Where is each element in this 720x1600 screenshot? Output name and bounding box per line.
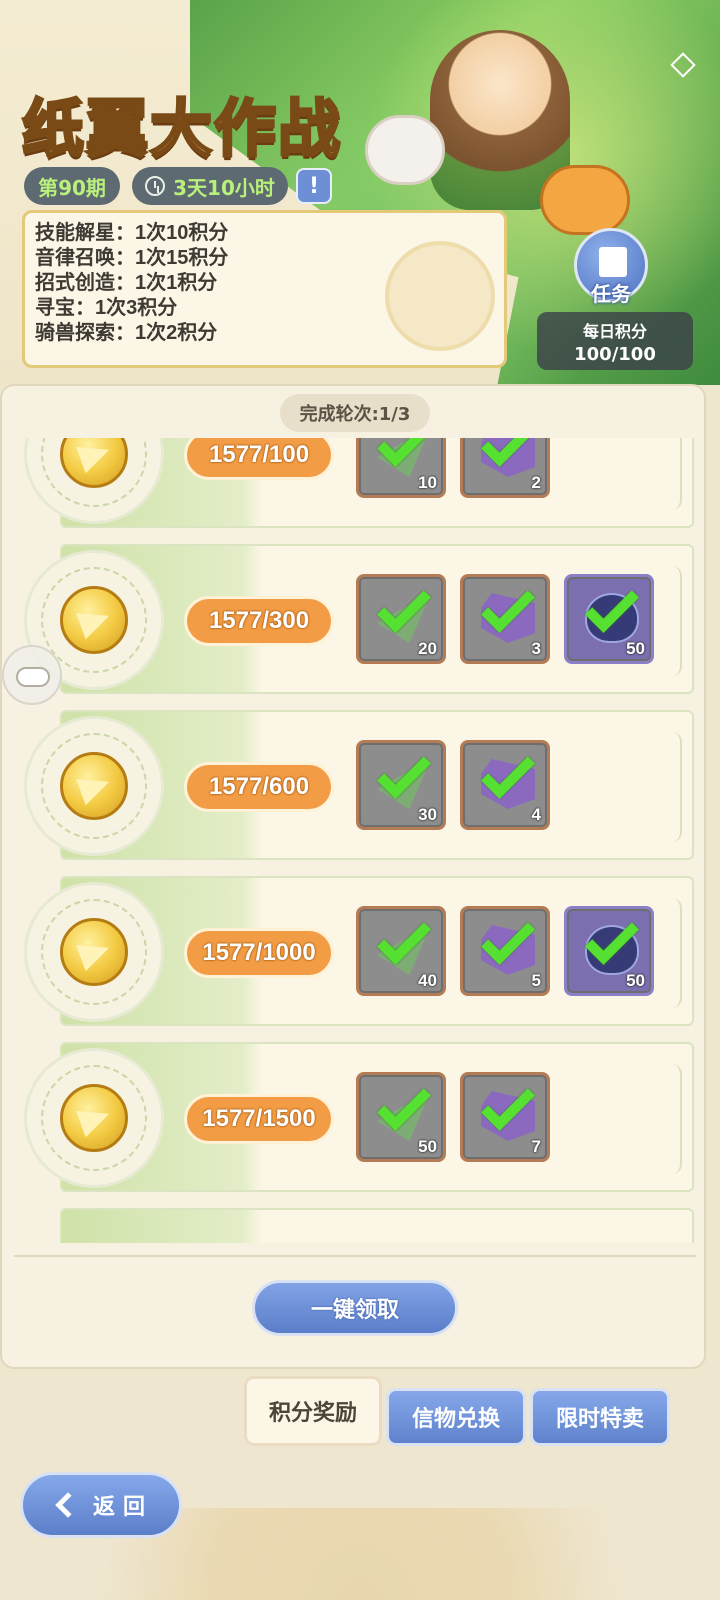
reward-items: 50 7 (356, 1072, 550, 1162)
tier-ornament (662, 1064, 682, 1174)
reward-quantity: 5 (531, 971, 541, 990)
reward-item-plane[interactable]: 50 (356, 1072, 446, 1162)
reward-item-cube[interactable]: 4 (460, 740, 550, 830)
back-button[interactable]: 返回 (20, 1472, 182, 1538)
paper-plane-icon (76, 602, 114, 640)
tier-ornament (662, 566, 682, 676)
paper-plane-icon (76, 768, 114, 806)
tier-medal (24, 438, 164, 524)
bird-pet-illustration (540, 165, 630, 235)
clock-icon (145, 176, 166, 196)
reward-item-cube[interactable]: 3 (460, 574, 550, 664)
reward-item-cube[interactable]: 2 (460, 438, 550, 498)
tier-progress: 1577/1500 (184, 1094, 334, 1144)
reward-item-cube[interactable]: 5 (460, 906, 550, 996)
reward-quantity: 4 (531, 805, 541, 824)
info-button[interactable]: ! (296, 168, 332, 204)
tier-medal (24, 1048, 164, 1188)
reward-quantity: 20 (418, 639, 437, 658)
reward-item-plane[interactable]: 10 (356, 438, 446, 498)
reward-items: 30 4 (356, 740, 550, 830)
back-button-label: 返回 (92, 1495, 153, 1520)
event-title: 纸翼大作战 (20, 91, 343, 167)
countdown-text: 3天10小时 (173, 175, 275, 200)
cat-pet-illustration (365, 115, 445, 185)
tier-list[interactable]: 1577/100 10 2 1577/300 20 3 50 1577/600 30 4 1577/… (2, 438, 708, 1243)
winged-coin-icon (60, 586, 128, 654)
reward-tier-row: 1577/300 20 3 50 (24, 544, 694, 694)
reward-items: 40 5 50 (356, 906, 654, 996)
reward-tier-row: 1577/600 30 4 (24, 710, 694, 860)
chat-button[interactable] (2, 645, 62, 705)
reward-items: 10 2 (356, 438, 550, 498)
tier-progress: 1577/1000 (184, 928, 334, 978)
reward-tier-row: 1577/100 10 2 (24, 438, 694, 528)
winged-coin-icon (60, 752, 128, 820)
countdown-badge: 3天10小时 (132, 167, 288, 205)
round-progress-pill: 完成轮次:1/3 (280, 394, 430, 432)
book-icon (599, 247, 627, 277)
reward-quantity: 40 (418, 971, 437, 990)
chat-icon (16, 667, 50, 687)
event-banner: 纸翼大作战 第90期 3天10小时 ! 技能解星：1次10积分 音律召唤：1次1… (0, 0, 720, 385)
reward-items: 20 3 50 (356, 574, 654, 664)
scoring-rules-box: 技能解星：1次10积分 音律召唤：1次15积分 招式创造：1次1积分 寻宝：1次… (22, 210, 507, 368)
tier-medal (24, 882, 164, 1022)
reward-quantity: 10 (418, 473, 437, 492)
tier-progress: 1577/100 (184, 438, 334, 480)
reward-item-plane[interactable]: 20 (356, 574, 446, 664)
reward-quantity: 7 (531, 1137, 541, 1156)
reward-quantity: 3 (531, 639, 541, 658)
winged-coin-icon (60, 918, 128, 986)
reward-item-egg[interactable]: 50 (564, 906, 654, 996)
tab-token-exchange[interactable]: 信物兑换 (386, 1388, 526, 1446)
period-badge: 第90期 (24, 167, 120, 205)
daily-points-title: 每日积分 (582, 322, 647, 341)
reward-quantity: 50 (418, 1137, 437, 1156)
back-arrow-icon (55, 1492, 81, 1518)
reward-item-plane[interactable]: 30 (356, 740, 446, 830)
reward-quantity: 50 (626, 971, 645, 990)
tab-limited-sale[interactable]: 限时特卖 (530, 1388, 670, 1446)
paper-plane-icon (76, 1100, 114, 1138)
reward-tier-row: 1577/1500 50 7 (24, 1042, 694, 1192)
reward-item-cube[interactable]: 7 (460, 1072, 550, 1162)
tab-points-reward[interactable]: 积分奖励 (244, 1376, 382, 1446)
reward-item-plane[interactable]: 40 (356, 906, 446, 996)
tier-medal (24, 716, 164, 856)
reward-tier-row: 1577/1000 40 5 50 (24, 876, 694, 1026)
coin-watermark-icon (385, 241, 495, 351)
divider (14, 1255, 696, 1257)
tier-progress: 1577/600 (184, 762, 334, 812)
paper-plane-icon (76, 438, 114, 474)
paper-plane-icon (76, 934, 114, 972)
claim-all-button[interactable]: 一键领取 (252, 1280, 458, 1336)
reward-tier-row-partial (60, 1208, 694, 1243)
reward-panel: 完成轮次:1/3 1577/100 10 2 1577/300 20 3 50 1577/60… (0, 384, 706, 1369)
tier-ornament (662, 732, 682, 842)
daily-points-box: 每日积分 100/100 (537, 312, 693, 370)
tier-progress: 1577/300 (184, 596, 334, 646)
winged-coin-icon (60, 1084, 128, 1152)
reward-item-egg[interactable]: 50 (564, 574, 654, 664)
tier-ornament (662, 898, 682, 1008)
reward-quantity: 50 (626, 639, 645, 658)
reward-quantity: 2 (531, 473, 541, 492)
reward-quantity: 30 (418, 805, 437, 824)
task-button-label[interactable]: 任务 (574, 278, 648, 307)
tier-ornament (662, 438, 682, 510)
daily-points-value: 100/100 (574, 344, 656, 365)
